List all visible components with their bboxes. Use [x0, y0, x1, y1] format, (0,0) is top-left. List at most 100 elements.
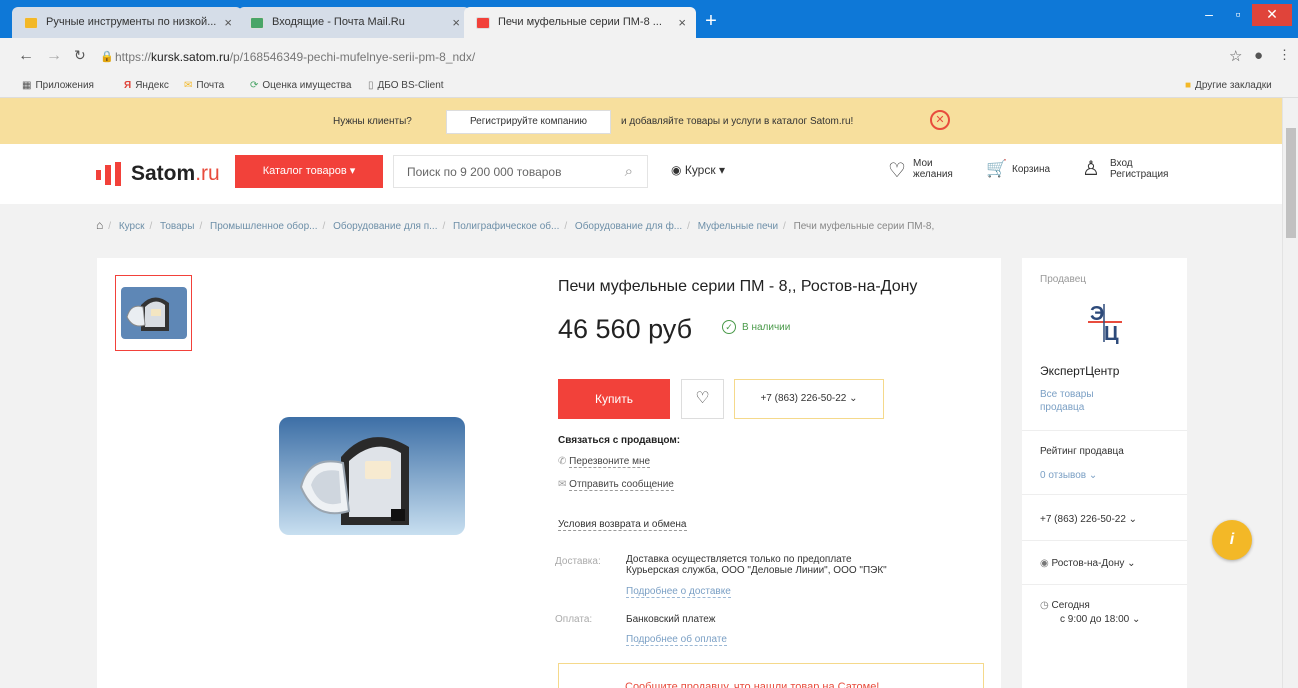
product-title: Печи муфельные серии ПМ - 8,, Ростов-на-…	[558, 278, 918, 295]
bookmark-apps[interactable]: ▦ Приложения	[22, 80, 94, 91]
payment-more-link[interactable]: Подробнее об оплате	[626, 634, 727, 646]
page-icon: ▯	[368, 80, 374, 91]
city-selector[interactable]: ◉ Курск ▾	[671, 163, 725, 177]
scrollbar-thumb[interactable]	[1286, 128, 1296, 238]
hours-value: с 9:00 до 18:00	[1060, 614, 1130, 625]
wishlist-link[interactable]: Мои желания	[913, 158, 953, 180]
browser-tab[interactable]: Входящие - Почта Mail.Ru ×	[238, 7, 470, 38]
product-main-image[interactable]	[279, 417, 465, 535]
refresh-icon: ⟳	[250, 80, 259, 91]
close-banner-icon[interactable]: ✕	[930, 110, 950, 130]
bookmark-yandex[interactable]: Я Яндекс	[124, 80, 169, 91]
heart-icon[interactable]: ♡	[888, 158, 906, 183]
bookmark-valuation[interactable]: ⟳ Оценка имущества	[250, 80, 351, 91]
add-to-wishlist-button[interactable]: ♡	[681, 379, 724, 419]
minimize-icon[interactable]: –	[1194, 4, 1224, 26]
seller-phone[interactable]: +7 (863) 226-50-22 ⌄	[1040, 514, 1137, 525]
product-card: Печи муфельные серии ПМ - 8,, Ростов-на-…	[97, 258, 1001, 688]
divider	[1022, 494, 1187, 495]
bookmark-mail[interactable]: ✉ Почта	[184, 80, 224, 91]
profile-icon[interactable]: ●	[1254, 47, 1263, 64]
furnace-thumbnail-image	[121, 287, 187, 339]
bookmark-other[interactable]: ■ Другие закладки	[1185, 80, 1272, 91]
browser-tab[interactable]: Ручные инструменты по низкой... ×	[12, 7, 242, 38]
new-tab-button[interactable]: +	[700, 11, 722, 32]
send-message-link[interactable]: ✉ Отправить сообщение	[558, 479, 674, 491]
close-tab-icon[interactable]: ×	[452, 15, 460, 30]
delivery-more-link[interactable]: Подробнее о доставке	[626, 586, 731, 598]
cart-link[interactable]: Корзина	[1012, 164, 1050, 175]
seller-reviews-link[interactable]: 0 отзывов ⌄	[1040, 470, 1097, 481]
scrollbar[interactable]	[1282, 98, 1298, 688]
menu-icon[interactable]: ⋮	[1278, 47, 1291, 63]
seller-city[interactable]: ◉ Ростов-на-Дону ⌄	[1040, 558, 1136, 569]
star-icon[interactable]: ☆	[1229, 47, 1242, 65]
seller-name[interactable]: ЭкспертЦентр	[1040, 364, 1119, 378]
forward-icon[interactable]: →	[46, 47, 62, 65]
hours-text[interactable]: с 9:00 до 18:00 ⌄	[1060, 614, 1140, 625]
breadcrumb-item[interactable]: Промышленное обор...	[210, 221, 318, 232]
search-placeholder: Поиск по 9 200 000 товаров	[407, 165, 562, 179]
close-window-icon[interactable]: ✕	[1252, 4, 1292, 26]
info-button[interactable]: i	[1212, 520, 1252, 560]
show-phone-button[interactable]: +7 (863) 226-50-22 ⌄	[734, 379, 884, 419]
contact-seller-heading: Связаться с продавцом:	[558, 435, 681, 446]
buy-button[interactable]: Купить	[558, 379, 670, 419]
browser-tab-bar: Ручные инструменты по низкой... × Входящ…	[0, 0, 1298, 38]
yandex-icon: Я	[124, 80, 132, 91]
close-tab-icon[interactable]: ×	[678, 15, 686, 30]
register-company-button[interactable]: Регистрируйте компанию	[446, 110, 611, 134]
seller-logo[interactable]: Э Ц	[1080, 298, 1130, 344]
call-me-link[interactable]: ✆ Перезвоните мне	[558, 456, 651, 468]
seller-hours[interactable]: ◷ Сегодня	[1040, 600, 1090, 611]
search-icon[interactable]: ⌕	[625, 163, 633, 180]
breadcrumb: ⌂ / Курск / Товары / Промышленное обор... / …	[96, 218, 935, 232]
breadcrumb-item[interactable]: Курск	[119, 221, 145, 232]
product-thumbnail[interactable]	[115, 275, 192, 351]
back-icon[interactable]: ←	[18, 47, 34, 65]
reviews-count: 0 отзывов	[1040, 470, 1087, 481]
maximize-icon[interactable]: ▫	[1224, 4, 1252, 26]
tab-title: Ручные инструменты по низкой...	[46, 16, 217, 28]
url-prefix: https://	[115, 50, 152, 64]
site-header: Satom.ru Каталог товаров ▾ Поиск по 9 20…	[0, 144, 1282, 204]
breadcrumb-item[interactable]: Оборудование для п...	[333, 221, 437, 232]
cart-icon[interactable]: 🛒	[986, 159, 1007, 179]
url-path: /p/168546349-pechi-mufelnye-serii-pm-8_n…	[229, 50, 476, 64]
returns-link[interactable]: Условия возврата и обмена	[558, 519, 687, 531]
bookmarks-bar: ▦ Приложения Я Яндекс ✉ Почта ⟳ Оценка имуще…	[0, 76, 1298, 98]
image-favicon-icon	[250, 17, 264, 29]
mail-icon: ✉	[184, 80, 193, 91]
delivery-line1: Доставка осуществляется только по предоп…	[626, 554, 852, 565]
bookmark-dbo[interactable]: ▯ ДБО BS-Client	[368, 80, 444, 91]
wishlist-line2: желания	[913, 169, 953, 180]
web-page: Нужны клиенты? Регистрируйте компанию и …	[0, 98, 1282, 688]
search-input[interactable]: Поиск по 9 200 000 товаров ⌕	[393, 155, 648, 188]
login-line1: Вход	[1110, 158, 1133, 169]
all-goods-line1: Все товары	[1040, 389, 1094, 400]
breadcrumb-item[interactable]: Полиграфическое об...	[453, 221, 559, 232]
catalog-button[interactable]: Каталог товаров ▾	[235, 155, 383, 188]
svg-text:Ц: Ц	[1104, 323, 1119, 344]
lock-icon: 🔒	[100, 51, 114, 63]
phone-icon: ✆	[558, 456, 567, 467]
tab-title: Входящие - Почта Mail.Ru	[272, 16, 405, 28]
url-field[interactable]: https://kursk.satom.ru/p/168546349-pechi…	[115, 45, 1195, 69]
breadcrumb-item[interactable]: Товары	[160, 221, 194, 232]
browser-tab-active[interactable]: Печи муфельные серии ПМ-8 ... ×	[464, 7, 696, 38]
user-icon[interactable]: ♙	[1082, 156, 1100, 181]
apps-icon: ▦	[22, 80, 32, 91]
home-icon[interactable]: ⌂	[96, 218, 103, 232]
check-icon: ✓	[722, 320, 736, 334]
phone-number: +7 (863) 226-50-22	[760, 393, 847, 404]
breadcrumb-item[interactable]: Муфельные печи	[698, 221, 778, 232]
close-tab-icon[interactable]: ×	[224, 15, 232, 30]
login-link[interactable]: Вход Регистрация	[1110, 158, 1168, 180]
delivery-text: Доставка осуществляется только по предоп…	[626, 554, 887, 576]
payment-text: Банковский платеж	[626, 614, 716, 625]
bookmark-label: Приложения	[35, 80, 94, 91]
seller-all-goods-link[interactable]: Все товары продавца	[1040, 388, 1094, 414]
heart-icon: ♡	[695, 390, 710, 407]
reload-icon[interactable]: ↻	[74, 47, 86, 64]
breadcrumb-item[interactable]: Оборудование для ф...	[575, 221, 682, 232]
